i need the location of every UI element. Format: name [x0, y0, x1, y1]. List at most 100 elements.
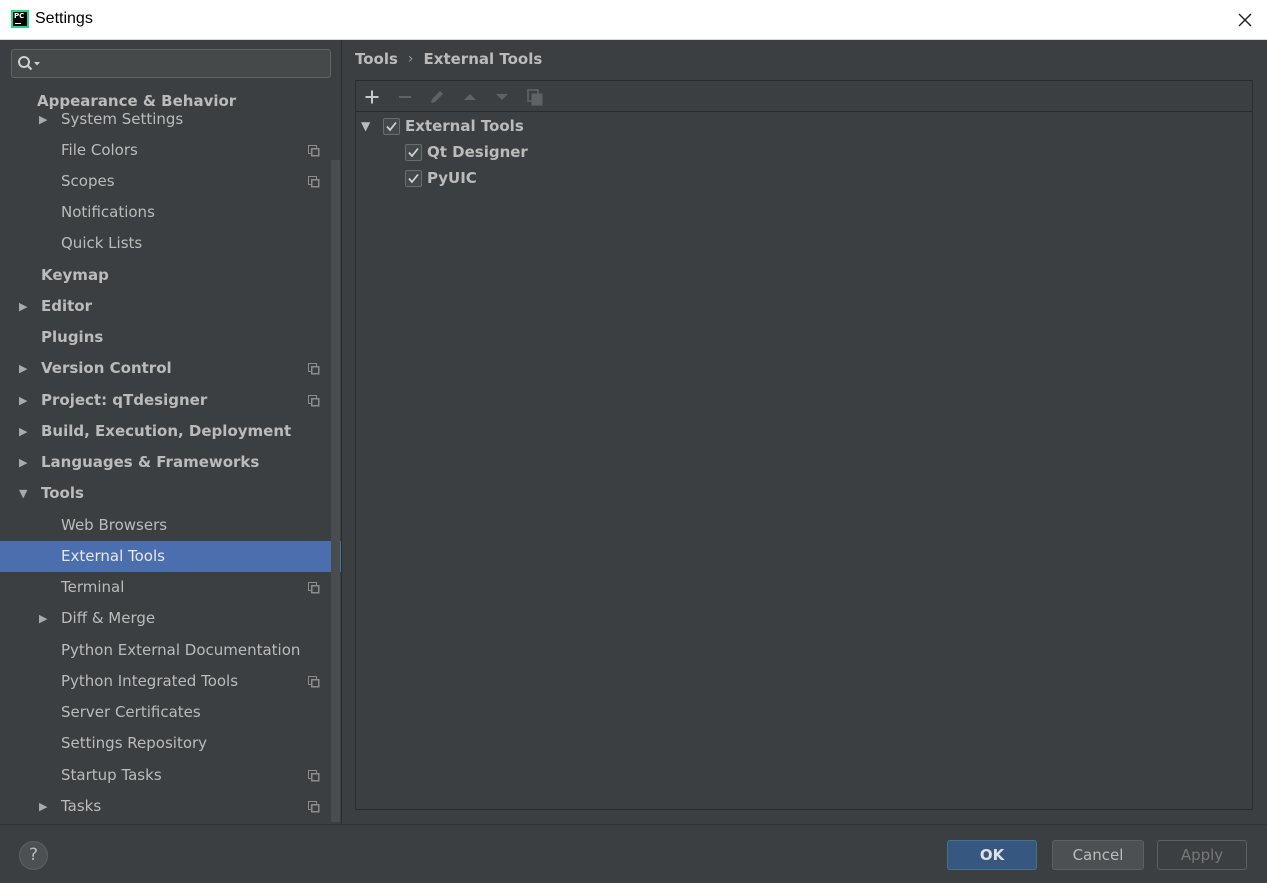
sidebar-item-label: Plugins — [41, 328, 104, 346]
tools-toolbar — [356, 81, 1252, 112]
project-level-icon — [308, 176, 320, 188]
cancel-button[interactable]: Cancel — [1052, 840, 1144, 870]
sidebar-item-label: Tools — [41, 484, 84, 502]
sidebar-item-scopes[interactable]: Scopes — [0, 166, 341, 197]
project-level-icon — [308, 363, 320, 375]
copy-icon — [527, 89, 543, 106]
sidebar-item-label: Startup Tasks — [61, 766, 162, 784]
sidebar-item-version-control[interactable]: ▶ Version Control — [0, 353, 341, 384]
sidebar-item-label: Server Certificates — [61, 703, 201, 721]
expand-arrow-icon[interactable]: ▶ — [19, 416, 33, 447]
collapse-arrow-icon[interactable]: ▼ — [361, 113, 370, 139]
sidebar-item-label: Project: qTdesigner — [41, 391, 208, 409]
sidebar-item-project-qtdesigner[interactable]: ▶ Project: qTdesigner — [0, 385, 341, 416]
ok-button[interactable]: OK — [947, 840, 1037, 870]
sidebar-item-python-external-documentation[interactable]: Python External Documentation — [0, 635, 341, 666]
close-button[interactable] — [1231, 6, 1259, 34]
tool-item-checkbox[interactable] — [405, 144, 422, 161]
tool-item-row[interactable]: PyUIC — [356, 165, 656, 191]
sidebar-item-label: Terminal — [61, 578, 125, 596]
sidebar-item-label: Web Browsers — [61, 516, 168, 534]
sidebar-item-editor[interactable]: ▶ Editor — [0, 291, 341, 322]
settings-sidebar: Appearance & Behavior ▶ System Settings Fil… — [0, 40, 342, 824]
expand-arrow-icon[interactable]: ▶ — [19, 291, 33, 322]
apply-button[interactable]: Apply — [1157, 840, 1247, 870]
sidebar-item-label: Editor — [41, 297, 92, 315]
sidebar-item-tasks[interactable]: ▶ Tasks — [0, 791, 341, 822]
breadcrumb-current: External Tools — [423, 49, 543, 68]
tool-item-row[interactable]: Qt Designer — [356, 139, 656, 165]
project-level-icon — [308, 582, 320, 594]
sidebar-item-startup-tasks[interactable]: Startup Tasks — [0, 760, 341, 791]
tool-group-row[interactable]: ▼ External Tools — [356, 113, 656, 139]
sidebar-item-label: Version Control — [41, 359, 172, 377]
help-button[interactable]: ? — [19, 841, 48, 870]
move-up-icon — [464, 94, 476, 100]
move-down-icon — [496, 94, 508, 100]
sidebar-item-label: Python External Documentation — [61, 641, 301, 659]
sidebar-item-web-browsers[interactable]: Web Browsers — [0, 510, 341, 541]
move-up-button[interactable] — [460, 87, 480, 107]
sidebar-item-tools[interactable]: ▼ Tools — [0, 478, 341, 509]
add-icon — [365, 90, 379, 104]
expand-arrow-icon[interactable]: ▶ — [39, 104, 53, 135]
collapse-arrow-icon[interactable]: ▼ — [19, 478, 33, 509]
sidebar-item-quick-lists[interactable]: Quick Lists — [0, 228, 341, 259]
add-button[interactable] — [362, 87, 382, 107]
sidebar-item-python-integrated-tools[interactable]: Python Integrated Tools — [0, 666, 341, 697]
remove-button[interactable] — [395, 87, 415, 107]
sidebar-item-file-colors[interactable]: File Colors — [0, 135, 341, 166]
sidebar-item-label: Build, Execution, Deployment — [41, 422, 292, 440]
tool-group-checkbox[interactable] — [383, 118, 400, 135]
sidebar-item-label: Keymap — [41, 266, 109, 284]
sidebar-item-settings-repository[interactable]: Settings Repository — [0, 728, 341, 759]
project-level-icon — [308, 676, 320, 688]
expand-arrow-icon[interactable]: ▶ — [39, 603, 53, 634]
sidebar-item-external-tools[interactable]: External Tools — [0, 541, 341, 572]
project-level-icon — [308, 801, 320, 813]
expand-arrow-icon[interactable]: ▶ — [39, 791, 53, 822]
checkmark-icon — [408, 173, 419, 184]
dialog-footer: ? OK Cancel Apply — [0, 824, 1267, 883]
sidebar-item-label: Settings Repository — [61, 734, 208, 752]
sidebar-item-server-certificates[interactable]: Server Certificates — [0, 697, 341, 728]
edit-button[interactable] — [427, 87, 447, 107]
sidebar-item-terminal[interactable]: Terminal — [0, 572, 341, 603]
project-level-icon — [308, 145, 320, 157]
sidebar-item-build-execution-deployment[interactable]: ▶ Build, Execution, Deployment — [0, 416, 341, 447]
edit-icon — [431, 91, 443, 103]
expand-arrow-icon[interactable]: ▶ — [19, 447, 33, 478]
title-bar: PC Settings — [0, 0, 1267, 40]
remove-icon — [399, 96, 411, 98]
pycharm-icon: PC — [11, 10, 29, 28]
settings-tree: Appearance & Behavior ▶ System Settings Fil… — [0, 40, 342, 824]
sidebar-item-keymap[interactable]: Keymap — [0, 260, 341, 291]
sidebar-item-label: Notifications — [61, 203, 155, 221]
external-tools-panel: ▼ External Tools Qt Designer PyUIC — [355, 80, 1253, 810]
checkmark-icon — [408, 147, 419, 158]
sidebar-item-label: File Colors — [61, 141, 138, 159]
tool-item-checkbox[interactable] — [405, 170, 422, 187]
sidebar-item-label: Tasks — [61, 797, 102, 815]
sidebar-item-plugins[interactable]: Plugins — [0, 322, 341, 353]
project-level-icon — [308, 770, 320, 782]
sidebar-item-notifications[interactable]: Notifications — [0, 197, 341, 228]
sidebar-item-system-settings[interactable]: ▶ System Settings — [0, 104, 341, 135]
sidebar-item-languages-frameworks[interactable]: ▶ Languages & Frameworks — [0, 447, 341, 478]
sidebar-item-label: Python Integrated Tools — [61, 672, 239, 690]
expand-arrow-icon[interactable]: ▶ — [19, 353, 33, 384]
sidebar-item-label: External Tools — [61, 547, 165, 565]
window-title: Settings — [35, 10, 93, 27]
sidebar-item-label: Quick Lists — [61, 234, 143, 252]
sidebar-item-label: Languages & Frameworks — [41, 453, 260, 471]
sidebar-item-diff-merge[interactable]: ▶ Diff & Merge — [0, 603, 341, 634]
breadcrumb-parent[interactable]: Tools — [355, 50, 398, 68]
move-down-button[interactable] — [492, 87, 512, 107]
copy-button[interactable] — [525, 87, 545, 107]
expand-arrow-icon[interactable]: ▶ — [19, 385, 33, 416]
sidebar-scrollbar[interactable] — [331, 160, 340, 822]
sidebar-item-label: Diff & Merge — [61, 609, 156, 627]
project-level-icon — [308, 395, 320, 407]
tool-item-label: Qt Designer — [427, 143, 528, 161]
close-icon — [1238, 13, 1252, 27]
